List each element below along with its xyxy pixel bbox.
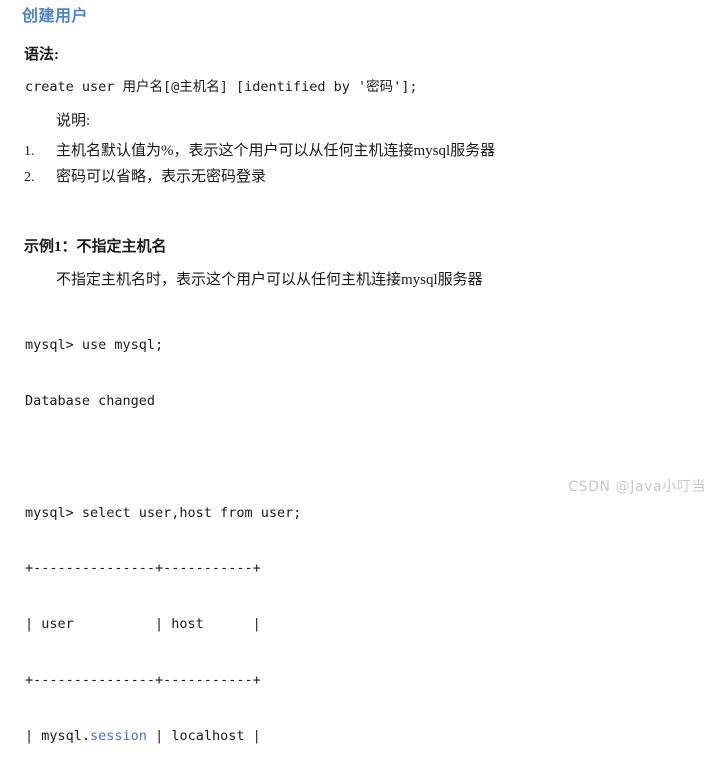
csdn-watermark: CSDN @Java小叮当 [568,479,706,495]
list-item-marker: 1. [24,144,35,159]
example-description: 不指定主机名时，表示这个用户可以从任何主机连接mysql服务器 [56,272,483,288]
note-label: 说明: [56,113,91,129]
example-heading: 示例1：不指定主机名 [24,239,167,255]
terminal-table-header-row: | user | host | [25,616,261,633]
terminal-table-border: +---------------+-----------+ [25,671,261,688]
table-cell-host: | localhost | [146,727,261,744]
list-item: 2. 密码可以省略，表示无密码登录 [24,164,684,190]
list-item-marker: 2. [24,170,35,185]
terminal-table-border: +---------------+-----------+ [25,560,261,577]
notes-list: 1. 主机名默认值为%，表示这个用户可以从任何主机连接mysql服务器 2. 密… [24,138,684,190]
list-item-label: 主机名默认值为%，表示这个用户可以从任何主机连接mysql服务器 [56,143,496,159]
terminal-table-data-row: | mysql.session | localhost | [25,727,301,746]
terminal-output-block: mysql> use mysql; Database changed mysql… [25,299,301,782]
table-cell-user-token[interactable]: session [90,728,147,744]
table-cell-user-prefix: | mysql. [25,727,91,744]
list-item-label: 密码可以省略，表示无密码登录 [56,169,267,185]
syntax-code-line: create user 用户名[@主机名] [identified by '密码… [25,79,418,95]
page-title: 创建用户 [22,8,89,25]
terminal-line: Database changed [25,392,156,409]
terminal-line: mysql> use mysql; [25,337,164,354]
terminal-line: mysql> select user,host from user; [25,504,302,521]
syntax-heading: 语法: [24,47,59,63]
list-item: 1. 主机名默认值为%，表示这个用户可以从任何主机连接mysql服务器 [24,138,684,164]
document-page: 创建用户 语法: create user 用户名[@主机名] [identifi… [0,0,724,744]
